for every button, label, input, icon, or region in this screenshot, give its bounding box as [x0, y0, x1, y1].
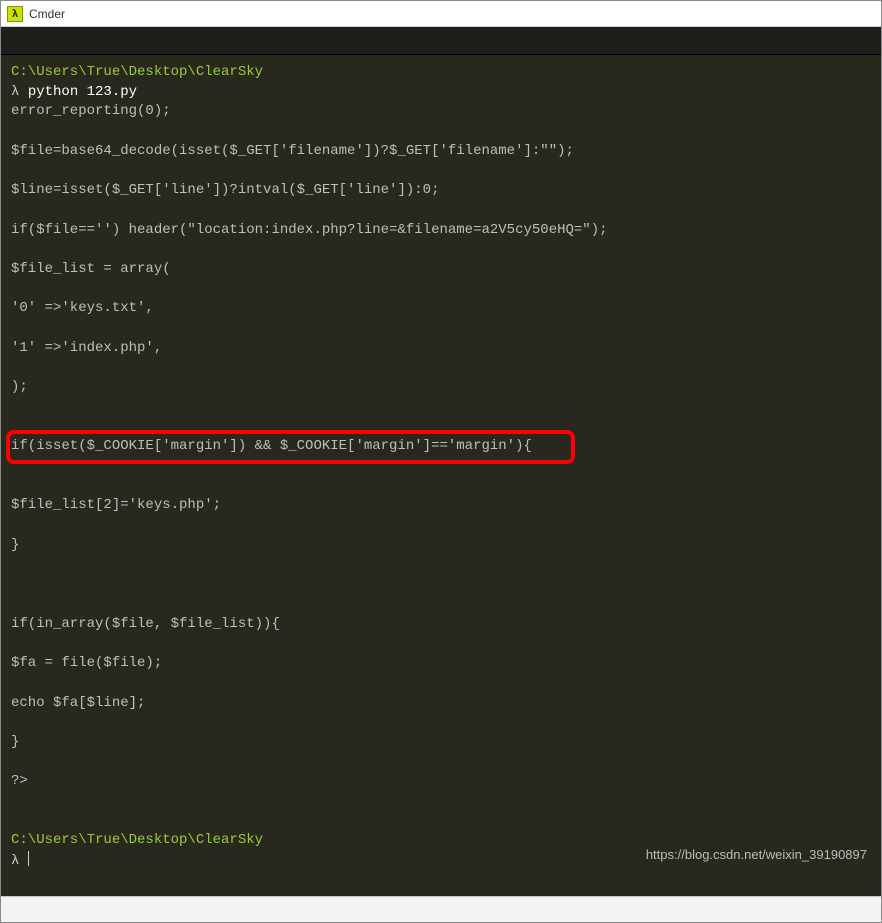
app-icon: λ: [7, 6, 23, 22]
titlebar[interactable]: λ Cmder: [1, 1, 881, 27]
output-block-1: error_reporting(0); $file=base64_decode(…: [11, 103, 608, 395]
toolbar: [1, 27, 881, 55]
prompt-symbol-2: λ: [11, 853, 19, 869]
app-window: λ Cmder C:\Users\True\Desktop\ClearSky λ…: [0, 0, 882, 923]
command-text: python 123.py: [28, 84, 137, 100]
terminal-area[interactable]: C:\Users\True\Desktop\ClearSky λ python …: [1, 55, 881, 896]
cursor: [28, 851, 29, 866]
highlighted-line-wrap: if(isset($_COOKIE['margin']) && $_COOKIE…: [11, 437, 871, 457]
highlighted-line: if(isset($_COOKIE['margin']) && $_COOKIE…: [11, 438, 532, 454]
prompt-path-2: C:\Users\True\Desktop\ClearSky: [11, 832, 263, 848]
window-title: Cmder: [29, 7, 65, 21]
prompt-path: C:\Users\True\Desktop\ClearSky: [11, 64, 263, 80]
watermark: https://blog.csdn.net/weixin_39190897: [646, 845, 867, 865]
statusbar: [1, 896, 881, 922]
output-block-2: $file_list[2]='keys.php'; } if(in_array(…: [11, 497, 280, 789]
prompt-symbol: λ: [11, 84, 19, 100]
